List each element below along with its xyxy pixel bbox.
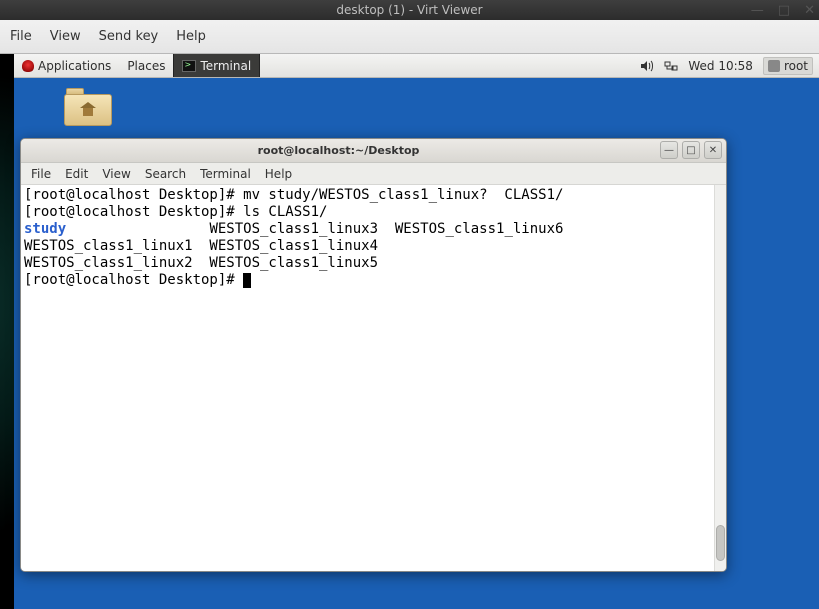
terminal-menubar: File Edit View Search Terminal Help [21,163,726,185]
user-name: root [784,59,808,73]
terminal-dir-entry: study [24,221,66,237]
terminal-menu-terminal[interactable]: Terminal [200,167,251,181]
minimize-button[interactable]: — [751,3,764,18]
terminal-body[interactable]: [root@localhost Desktop]# mv study/WESTO… [21,185,726,571]
terminal-cursor [243,273,251,288]
house-icon [80,102,96,116]
terminal-line: [root@localhost Desktop]# ls CLASS1/ [24,204,327,220]
taskbar-terminal[interactable]: Terminal [173,54,260,77]
terminal-title: root@localhost:~/Desktop [21,144,656,157]
menu-send-key[interactable]: Send key [99,29,159,44]
maximize-button[interactable]: □ [778,3,790,18]
terminal-scrollbar[interactable] [714,185,726,571]
gnome-top-panel: Applications Places Terminal Wed 10:58 [14,54,819,78]
user-menu[interactable]: root [763,57,813,75]
terminal-line: WESTOS_class1_linux2 WESTOS_class1_linux… [24,255,378,271]
terminal-menu-edit[interactable]: Edit [65,167,88,181]
applications-menu[interactable]: Applications [14,54,119,77]
virt-viewer-window-controls: — □ ✕ [751,0,815,20]
virt-viewer-menubar: File View Send key Help [0,20,819,54]
user-avatar-icon [768,60,780,72]
places-label: Places [127,59,165,73]
terminal-titlebar[interactable]: root@localhost:~/Desktop — □ ✕ [21,139,726,163]
guest-left-strip [0,54,14,609]
panel-left: Applications Places Terminal [14,54,260,77]
terminal-menu-help[interactable]: Help [265,167,292,181]
terminal-line: [root@localhost Desktop]# mv study/WESTO… [24,187,563,203]
terminal-menu-search[interactable]: Search [145,167,186,181]
desktop-area[interactable]: root@localhost:~/Desktop — □ ✕ File Edit… [14,78,819,609]
terminal-line: WESTOS_class1_linux1 WESTOS_class1_linux… [24,238,378,254]
clock[interactable]: Wed 10:58 [688,59,753,73]
close-button[interactable]: ✕ [804,3,815,18]
menu-view[interactable]: View [50,29,81,44]
network-icon[interactable] [664,60,678,72]
terminal-window-controls: — □ ✕ [660,141,722,159]
scrollbar-thumb[interactable] [716,525,725,561]
terminal-menu-view[interactable]: View [102,167,130,181]
terminal-maximize-button[interactable]: □ [682,141,700,159]
menu-file[interactable]: File [10,29,32,44]
redhat-foot-icon [22,60,34,72]
terminal-line: WESTOS_class1_linux3 WESTOS_class1_linux… [66,221,563,237]
home-folder-icon[interactable] [64,88,114,128]
guest-display: Applications Places Terminal Wed 10:58 [0,54,819,609]
menu-help[interactable]: Help [176,29,206,44]
places-menu[interactable]: Places [119,54,173,77]
volume-icon[interactable] [640,60,654,72]
terminal-menu-file[interactable]: File [31,167,51,181]
terminal-prompt: [root@localhost Desktop]# [24,272,243,288]
terminal-icon [182,60,196,72]
terminal-close-button[interactable]: ✕ [704,141,722,159]
applications-label: Applications [38,59,111,73]
terminal-minimize-button[interactable]: — [660,141,678,159]
guest-desktop: Applications Places Terminal Wed 10:58 [14,54,819,609]
virt-viewer-titlebar: desktop (1) - Virt Viewer — □ ✕ [0,0,819,20]
taskbar-terminal-label: Terminal [200,59,251,73]
virt-viewer-title: desktop (1) - Virt Viewer [0,3,819,17]
panel-right: Wed 10:58 root [640,54,813,77]
terminal-window: root@localhost:~/Desktop — □ ✕ File Edit… [20,138,727,572]
